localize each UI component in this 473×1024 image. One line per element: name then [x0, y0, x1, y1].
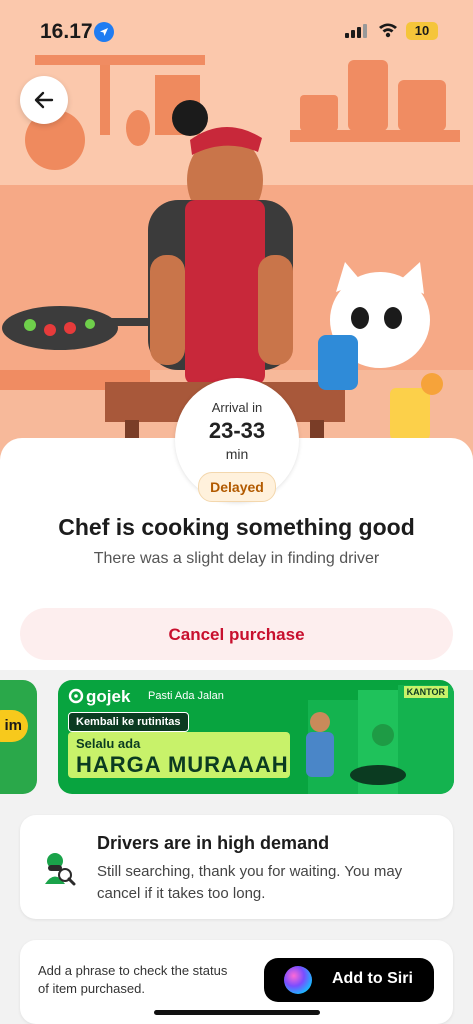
- status-subtitle: There was a slight delay in finding driv…: [93, 550, 380, 567]
- promo-pill: im: [0, 710, 28, 742]
- back-button[interactable]: [20, 76, 68, 124]
- gojek-promo-banner[interactable]: gojek Pasti Ada Jalan Kembali ke rutinit…: [58, 680, 454, 794]
- gojek-logo-icon: [68, 688, 84, 704]
- arrival-unit: min: [225, 446, 249, 462]
- add-to-siri-button[interactable]: Add to Siri: [264, 958, 434, 1002]
- status-title: Chef is cooking something good: [58, 514, 415, 540]
- wifi-icon: [379, 23, 397, 38]
- promo-headline-box: Selalu ada HARGA MURAAAH: [68, 732, 290, 778]
- driver-search-icon: [45, 853, 76, 886]
- siri-description: Add a phrase to check the status of item…: [38, 963, 228, 996]
- cellular-signal-icon: [345, 24, 367, 38]
- cancel-purchase-button[interactable]: Cancel purchase: [20, 608, 453, 660]
- gojek-brand: gojek: [86, 687, 131, 706]
- arrival-time: 23-33: [208, 418, 266, 443]
- siri-icon: [284, 966, 312, 994]
- gojek-tagline: Pasti Ada Jalan: [148, 690, 224, 702]
- demand-body: Still searching, thank you for waiting. …: [97, 863, 403, 902]
- location-arrow-icon: [94, 22, 114, 42]
- demand-title: Drivers are in high demand: [97, 833, 330, 853]
- promo-banner-previous[interactable]: im: [0, 680, 37, 794]
- home-indicator[interactable]: [154, 1010, 320, 1015]
- promo-line1: Selalu ada: [76, 736, 141, 751]
- drivers-demand-card: Drivers are in high demand Still searchi…: [20, 815, 453, 919]
- battery-indicator: 10: [406, 22, 438, 40]
- arrow-left-icon: [34, 91, 54, 109]
- promo-sign: KANTOR: [403, 686, 448, 698]
- promo-tag: Kembali ke rutinitas: [68, 712, 189, 732]
- add-to-siri-label: Add to Siri: [332, 970, 413, 987]
- delayed-badge: Delayed: [198, 472, 276, 502]
- status-bar: 16.17 10: [0, 0, 473, 60]
- status-time: 16.17: [40, 20, 93, 43]
- promo-line2: HARGA MURAAAH: [76, 752, 289, 777]
- arrival-label: Arrival in: [211, 400, 263, 415]
